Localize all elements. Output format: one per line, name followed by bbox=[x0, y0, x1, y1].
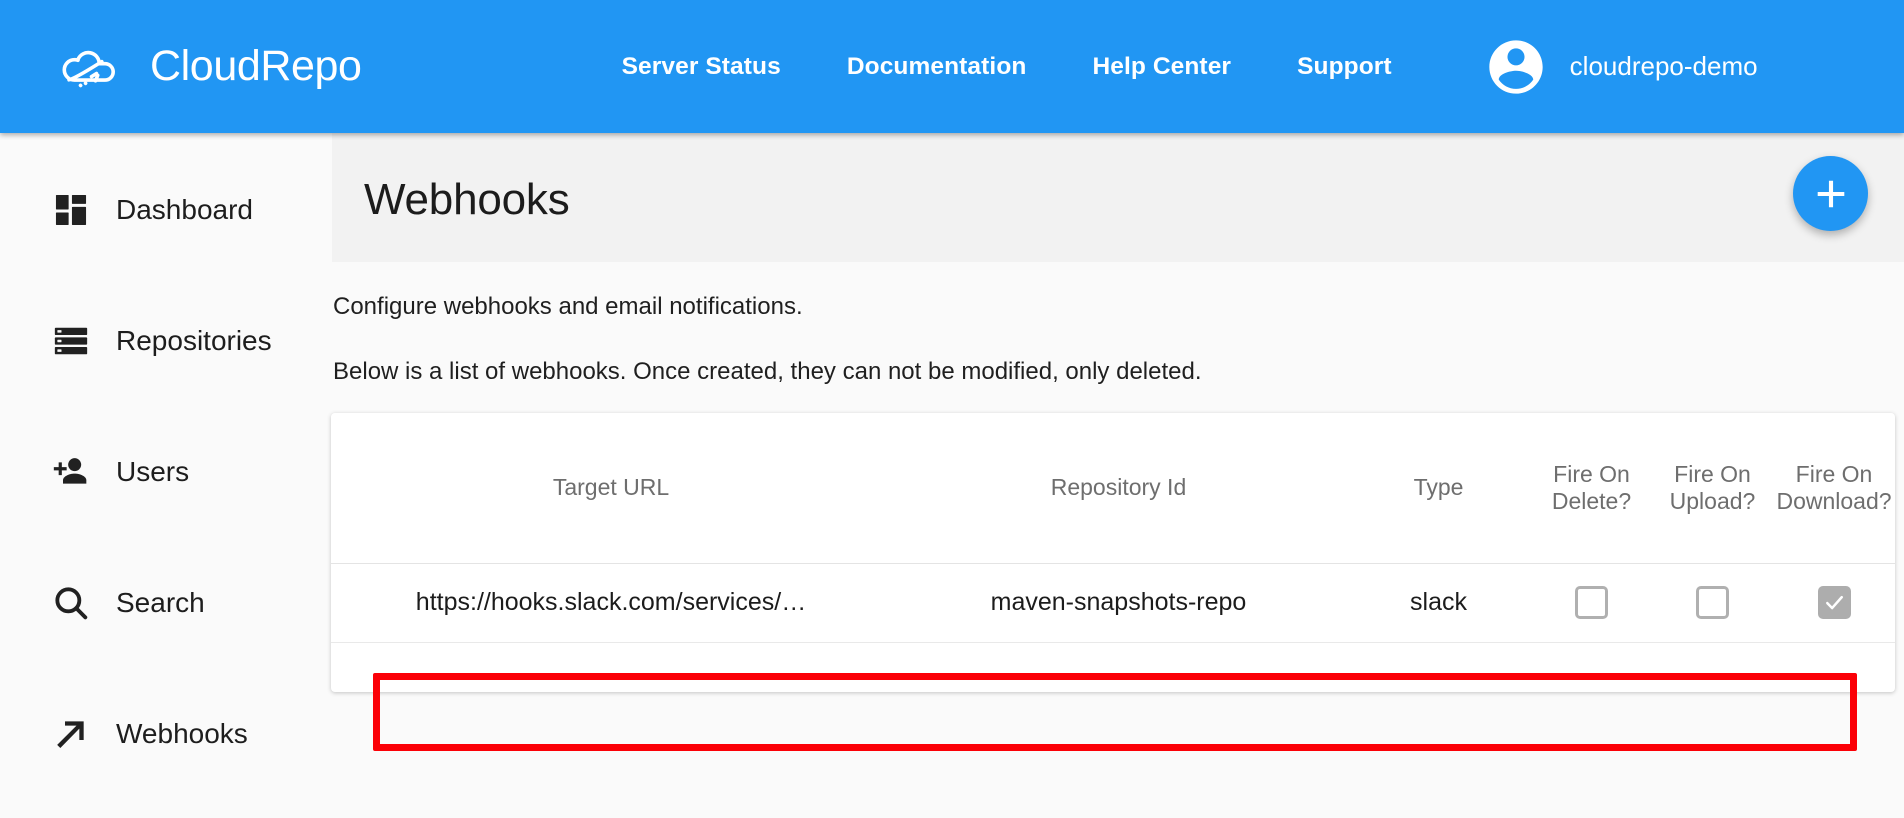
main-content: Webhooks Configure webhooks and email no… bbox=[331, 133, 1904, 818]
account-name: cloudrepo-demo bbox=[1569, 51, 1758, 81]
cloud-logo-icon bbox=[50, 39, 136, 95]
checkbox-fire-on-upload[interactable] bbox=[1696, 586, 1729, 619]
account-menu[interactable]: cloudrepo-demo bbox=[1484, 35, 1758, 99]
sidebar-item-label: Dashboard bbox=[116, 194, 253, 225]
sidebar-item-label: Users bbox=[116, 456, 190, 487]
cell-target-url: https://hooks.slack.com/services/… bbox=[331, 563, 891, 643]
brand-name: CloudRepo bbox=[150, 42, 362, 90]
sidebar-navigation: Dashboard Repositories Users Search Webh… bbox=[0, 133, 332, 818]
table-row[interactable]: https://hooks.slack.com/services/… maven… bbox=[331, 563, 1895, 643]
sidebar-item-label: Webhooks bbox=[116, 718, 248, 749]
table-header: Target URL Repository Id Type Fire On De… bbox=[331, 413, 1895, 564]
dashboard-grid-icon bbox=[50, 189, 92, 231]
checkbox-fire-on-download[interactable] bbox=[1817, 586, 1851, 619]
column-header-repository-id: Repository Id bbox=[891, 413, 1346, 564]
page-header-band: Webhooks bbox=[332, 133, 1904, 262]
checkbox-fire-on-delete[interactable] bbox=[1575, 586, 1608, 619]
storage-stack-icon bbox=[50, 320, 92, 362]
sidebar-item-label: Repositories bbox=[116, 325, 272, 356]
person-add-icon bbox=[50, 451, 92, 493]
top-navigation-bar: CloudRepo Server Status Documentation He… bbox=[0, 0, 1904, 133]
account-circle-icon bbox=[1484, 35, 1548, 99]
nav-link-server-status[interactable]: Server Status bbox=[622, 53, 781, 81]
search-magnifier-icon bbox=[50, 582, 92, 624]
nav-link-documentation[interactable]: Documentation bbox=[847, 53, 1027, 81]
nav-link-help-center[interactable]: Help Center bbox=[1092, 53, 1231, 81]
column-header-target-url: Target URL bbox=[331, 413, 891, 564]
sidebar-item-webhooks[interactable]: Webhooks bbox=[0, 704, 332, 764]
table-body: https://hooks.slack.com/services/… maven… bbox=[331, 563, 1895, 643]
description-line-2: Below is a list of webhooks. Once create… bbox=[333, 358, 1202, 385]
arrow-north-east-icon bbox=[50, 713, 92, 755]
cell-fire-on-download bbox=[1773, 563, 1895, 643]
table-header-row: Target URL Repository Id Type Fire On De… bbox=[331, 413, 1895, 564]
sidebar-item-search[interactable]: Search bbox=[0, 573, 332, 633]
column-header-fire-on-upload: Fire On Upload? bbox=[1652, 413, 1773, 564]
sidebar-item-repositories[interactable]: Repositories bbox=[0, 311, 332, 371]
page-title: Webhooks bbox=[364, 175, 570, 224]
nav-links: Server Status Documentation Help Center … bbox=[622, 53, 1392, 81]
cell-fire-on-delete bbox=[1531, 563, 1652, 643]
sidebar-item-label: Search bbox=[116, 587, 205, 618]
cell-fire-on-upload bbox=[1652, 563, 1773, 643]
column-header-fire-on-download: Fire On Download? bbox=[1773, 413, 1895, 564]
sidebar-item-dashboard[interactable]: Dashboard bbox=[0, 180, 332, 240]
cell-repository-id: maven-snapshots-repo bbox=[891, 563, 1346, 643]
add-webhook-button[interactable] bbox=[1793, 156, 1868, 231]
webhooks-table-card: Target URL Repository Id Type Fire On De… bbox=[331, 413, 1895, 692]
sidebar-item-users[interactable]: Users bbox=[0, 442, 332, 502]
plus-icon bbox=[1812, 175, 1850, 213]
description-line-1: Configure webhooks and email notificatio… bbox=[333, 293, 803, 320]
webhooks-table: Target URL Repository Id Type Fire On De… bbox=[331, 413, 1895, 643]
cell-type: slack bbox=[1346, 563, 1531, 643]
brand-home-link[interactable]: CloudRepo bbox=[50, 39, 362, 95]
nav-link-support[interactable]: Support bbox=[1297, 53, 1392, 81]
column-header-type: Type bbox=[1346, 413, 1531, 564]
app-root: CloudRepo Server Status Documentation He… bbox=[0, 0, 1904, 818]
column-header-fire-on-delete: Fire On Delete? bbox=[1531, 413, 1652, 564]
